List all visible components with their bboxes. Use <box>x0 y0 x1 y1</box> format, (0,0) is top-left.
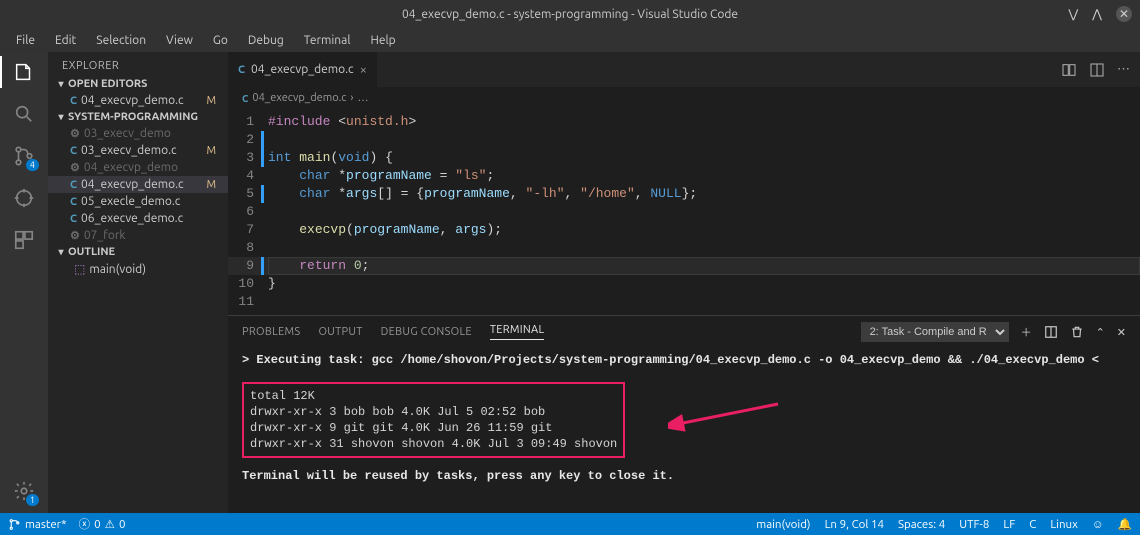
compare-icon[interactable] <box>1061 62 1077 78</box>
outline-item[interactable]: ⬚ main(void) <box>48 260 228 278</box>
menu-terminal[interactable]: Terminal <box>296 32 359 49</box>
menu-debug[interactable]: Debug <box>240 32 292 49</box>
status-branch[interactable]: master* <box>8 518 67 531</box>
tab-actions: ⋯ <box>1051 52 1140 87</box>
more-icon[interactable]: ⋯ <box>1117 62 1130 77</box>
tab-debug-console[interactable]: DEBUG CONSOLE <box>381 326 472 338</box>
project-header[interactable]: ▾SYSTEM-PROGRAMMING <box>48 109 228 125</box>
file-icon: ⚙ <box>70 127 80 140</box>
file-tree-item[interactable]: C03_execv_demo.cM <box>48 142 228 159</box>
file-icon: C <box>70 196 77 208</box>
window-title: 04_execvp_demo.c - system-programming - … <box>402 8 738 21</box>
editor-area: C 04_execvp_demo.c × ⋯ C 04_execvp_demo.… <box>228 52 1140 513</box>
panel-tabs: PROBLEMS OUTPUT DEBUG CONSOLE TERMINAL 2… <box>228 316 1140 348</box>
status-feedback-icon[interactable]: ☺ <box>1092 517 1104 531</box>
outline-header[interactable]: ▾OUTLINE <box>48 244 228 260</box>
status-os[interactable]: Linux <box>1050 517 1078 531</box>
window-controls: ⋁ ⋀ ✕ <box>1068 6 1132 22</box>
menu-file[interactable]: File <box>8 32 43 49</box>
sidebar-title: EXPLORER <box>48 52 228 76</box>
maximize-icon[interactable]: ⋀ <box>1092 7 1102 21</box>
menu-help[interactable]: Help <box>362 32 403 49</box>
bottom-panel: PROBLEMS OUTPUT DEBUG CONSOLE TERMINAL 2… <box>228 315 1140 513</box>
gear-badge: 1 <box>26 494 39 506</box>
explorer-icon[interactable] <box>12 60 36 84</box>
status-scope[interactable]: main(void) <box>756 517 810 531</box>
c-file-icon: C <box>242 93 248 104</box>
status-encoding[interactable]: UTF-8 <box>959 517 989 531</box>
c-file-icon: C <box>70 95 77 107</box>
code-editor[interactable]: 1#include <unistd.h> 2 3int main(void) {… <box>228 109 1140 315</box>
tab-active[interactable]: C 04_execvp_demo.c × <box>228 52 378 87</box>
file-tree-item[interactable]: C04_execvp_demo.cM <box>48 176 228 193</box>
activity-bar: 4 1 <box>0 52 48 513</box>
file-tree-item[interactable]: ⚙03_execv_demo <box>48 125 228 142</box>
close-icon[interactable]: ✕ <box>1116 6 1132 22</box>
kill-terminal-icon[interactable] <box>1070 325 1084 339</box>
terminal-output-highlight: total 12K drwxr-xr-x 3 bob bob 4.0K Jul … <box>242 382 625 458</box>
window-titlebar: 04_execvp_demo.c - system-programming - … <box>0 0 1140 28</box>
maximize-panel-icon[interactable]: ⌃ <box>1096 326 1105 339</box>
status-eol[interactable]: LF <box>1003 517 1015 531</box>
minimize-icon[interactable]: ⋁ <box>1068 7 1078 21</box>
terminal-content[interactable]: > Executing task: gcc /home/shovon/Proje… <box>228 348 1140 492</box>
file-tree-item[interactable]: ⚙04_execvp_demo <box>48 159 228 176</box>
scm-badge: 4 <box>26 159 39 171</box>
c-file-icon: C <box>238 64 245 76</box>
settings-gear-icon[interactable]: 1 <box>12 479 36 503</box>
tab-output[interactable]: OUTPUT <box>318 326 362 338</box>
file-tree-item[interactable]: ⚙07_fork <box>48 227 228 244</box>
open-editor-item[interactable]: C 04_execvp_demo.c M <box>48 92 228 109</box>
editor-tabs: C 04_execvp_demo.c × ⋯ <box>228 52 1140 87</box>
status-bell-icon[interactable]: 🔔 <box>1118 517 1132 531</box>
split-terminal-icon[interactable] <box>1044 325 1058 339</box>
source-control-icon[interactable]: 4 <box>12 144 36 168</box>
file-icon: C <box>70 145 77 157</box>
symbol-icon: ⬚ <box>74 262 85 276</box>
menu-view[interactable]: View <box>158 32 201 49</box>
split-editor-icon[interactable] <box>1089 62 1105 78</box>
open-editors-header[interactable]: ▾OPEN EDITORS <box>48 76 228 92</box>
file-icon: C <box>70 179 77 191</box>
terminal-task-selector[interactable]: 2: Task - Compile and R <box>861 322 1009 342</box>
sidebar: EXPLORER ▾OPEN EDITORS C 04_execvp_demo.… <box>48 52 228 513</box>
tab-close-icon[interactable]: × <box>360 63 367 77</box>
status-cursor-pos[interactable]: Ln 9, Col 14 <box>825 517 884 531</box>
menu-selection[interactable]: Selection <box>88 32 154 49</box>
search-icon[interactable] <box>12 102 36 126</box>
menu-bar: File Edit Selection View Go Debug Termin… <box>0 28 1140 52</box>
close-panel-icon[interactable]: ✕ <box>1117 326 1126 339</box>
status-bar: master* ⓧ0 ⚠0 main(void) Ln 9, Col 14 Sp… <box>0 513 1140 535</box>
file-icon: ⚙ <box>70 229 80 242</box>
file-tree-item[interactable]: C06_execve_demo.c <box>48 210 228 227</box>
breadcrumb[interactable]: C 04_execvp_demo.c › … <box>228 87 1140 109</box>
status-language[interactable]: C <box>1029 517 1036 531</box>
file-icon: ⚙ <box>70 161 80 174</box>
debug-icon[interactable] <box>12 186 36 210</box>
tab-problems[interactable]: PROBLEMS <box>242 326 300 338</box>
menu-go[interactable]: Go <box>205 32 236 49</box>
status-indent[interactable]: Spaces: 4 <box>898 517 945 531</box>
file-tree-item[interactable]: C05_execle_demo.c <box>48 193 228 210</box>
tab-terminal[interactable]: TERMINAL <box>490 324 545 340</box>
status-problems[interactable]: ⓧ0 ⚠0 <box>79 516 126 532</box>
annotation-arrow-icon <box>668 394 788 434</box>
menu-edit[interactable]: Edit <box>47 32 84 49</box>
extensions-icon[interactable] <box>12 228 36 252</box>
file-icon: C <box>70 213 77 225</box>
new-terminal-icon[interactable]: ＋ <box>1021 324 1032 340</box>
